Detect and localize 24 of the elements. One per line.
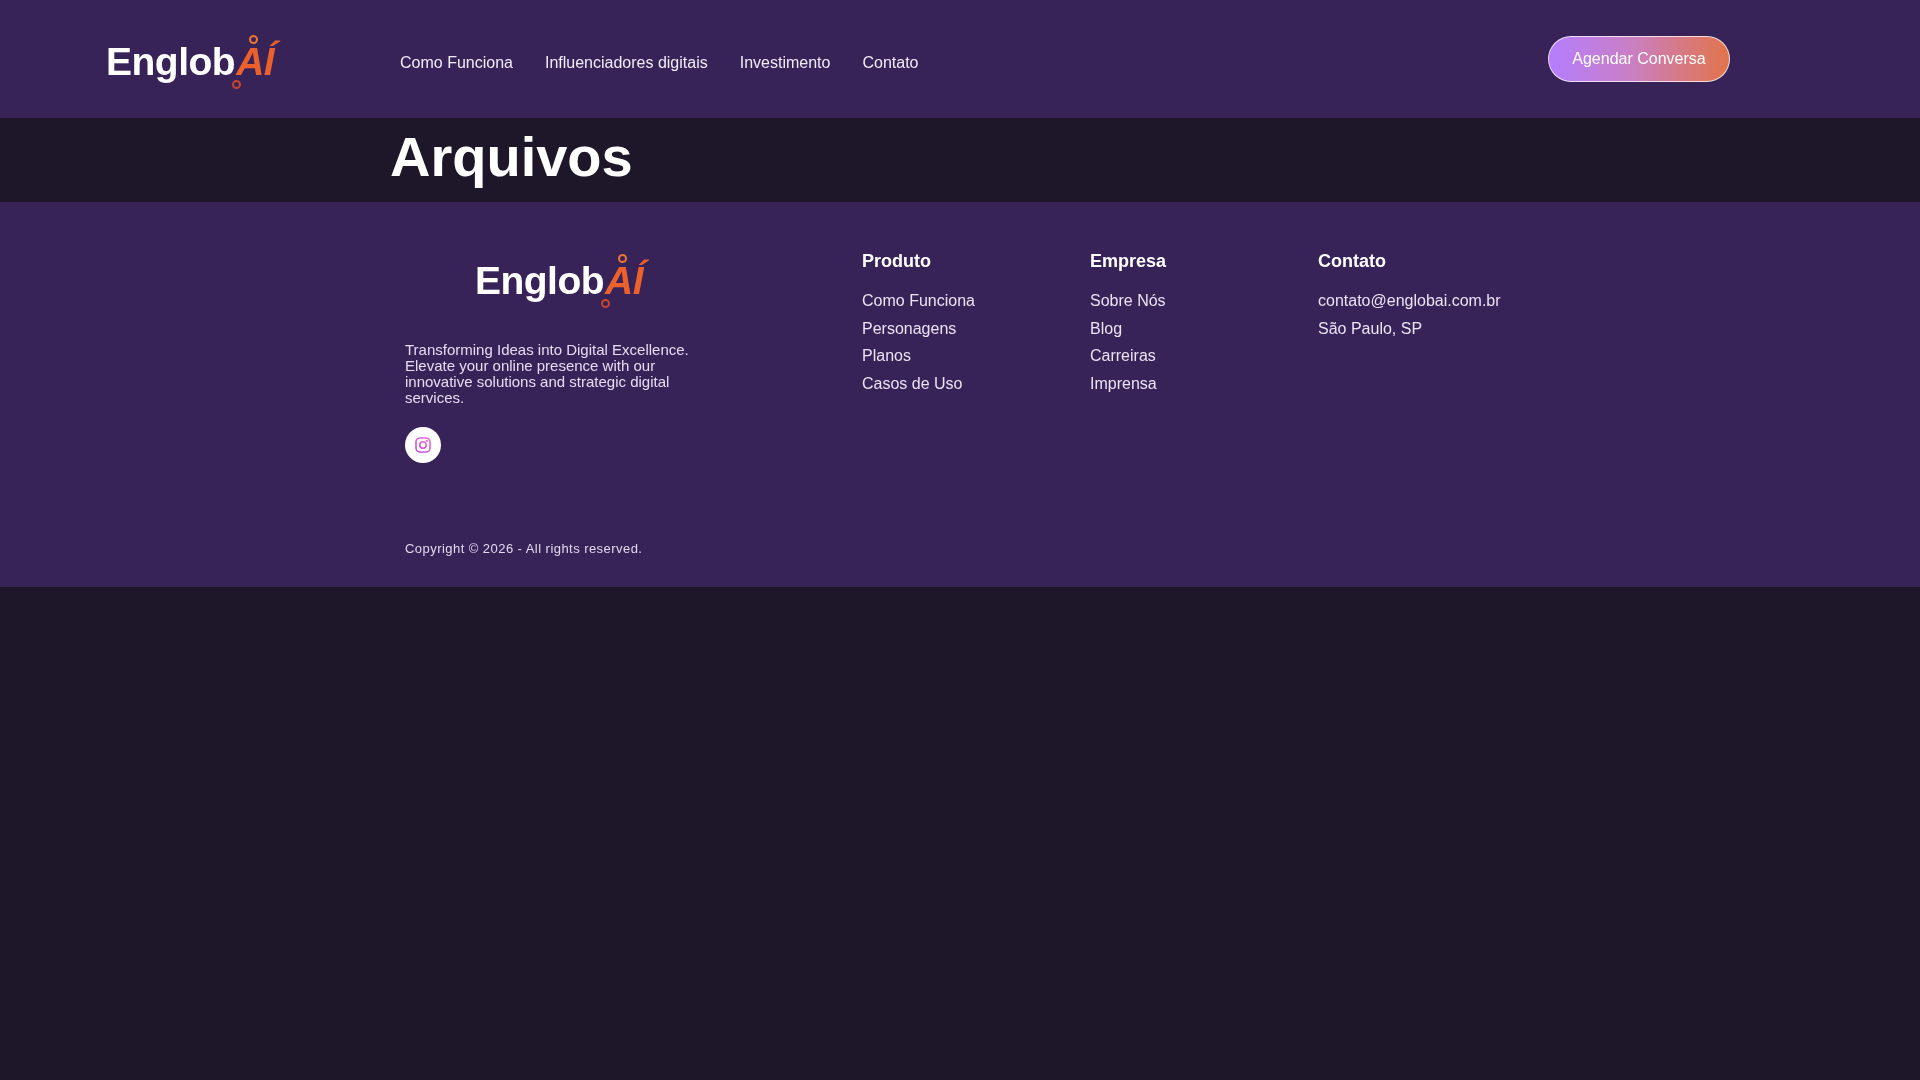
footer-link[interactable]: Como Funciona: [862, 290, 975, 312]
footer-link[interactable]: Personagens: [862, 317, 957, 340]
camera-icon: [415, 437, 431, 453]
footer-link[interactable]: Carreiras: [1090, 345, 1156, 368]
copyright-text: Copyright © 2026 - All rights reserved.: [405, 541, 644, 557]
footer-link[interactable]: Imprensa: [1090, 373, 1157, 396]
social-button[interactable]: [405, 427, 441, 463]
column-heading: Empresa: [1090, 250, 1168, 272]
brand-logo[interactable]: EnglobAÍ: [106, 33, 283, 93]
column-heading: Produto: [862, 250, 932, 272]
footer-link[interactable]: Sobre Nós: [1090, 290, 1166, 312]
brand-logo[interactable]: EnglobAÍ: [474, 252, 652, 312]
nav-link[interactable]: Investimento: [739, 52, 831, 74]
footer-link[interactable]: São Paulo, SP: [1318, 317, 1423, 340]
footer-link[interactable]: Planos: [862, 345, 911, 368]
column-heading: Contato: [1318, 250, 1387, 272]
footer-link[interactable]: contato@englobai.com.br: [1318, 290, 1501, 312]
nav-link[interactable]: Influenciadores digitais: [544, 52, 708, 74]
nav-link[interactable]: Contato: [862, 52, 919, 74]
page-title: Arquivos: [390, 124, 634, 190]
footer-link[interactable]: Blog: [1090, 317, 1123, 340]
nav-link[interactable]: Como Funciona: [400, 52, 513, 74]
tagline-text: Transforming Ideas into Digital Excellence. Elevate your online presence with our innovative solutions and strategic digital services.: [405, 342, 690, 406]
footer-link[interactable]: Casos de Uso: [862, 373, 963, 396]
